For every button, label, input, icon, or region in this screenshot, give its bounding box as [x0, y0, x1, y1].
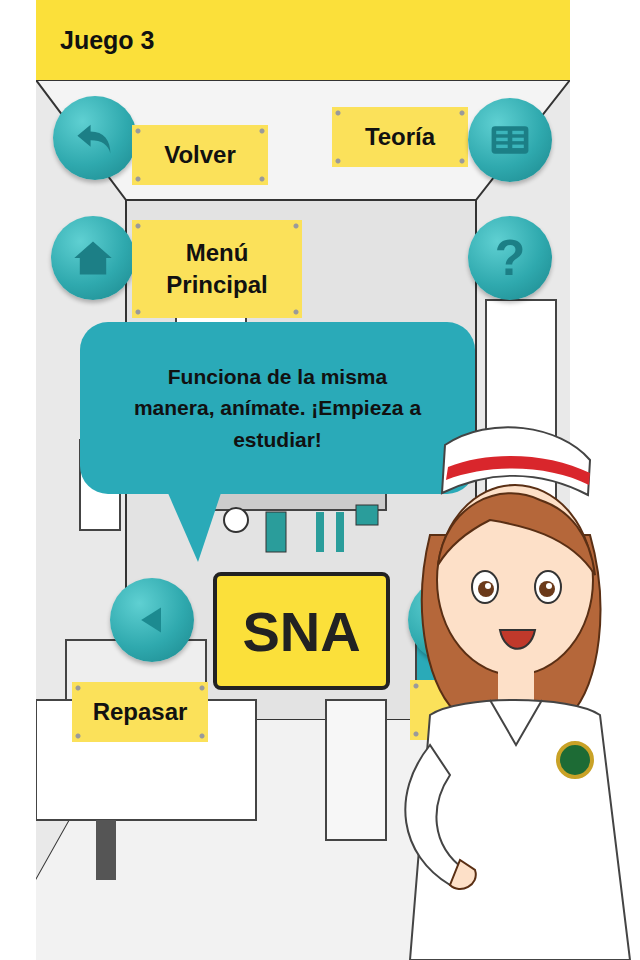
back-label[interactable]: Volver	[132, 125, 268, 185]
left-triangle-icon	[134, 602, 170, 638]
speech-bubble: Funciona de la misma manera, anímate. ¡E…	[80, 322, 475, 494]
game-screen: Juego 3 Volver Teoría Menú Principal? Funcio…	[0, 0, 640, 960]
theory-button[interactable]	[468, 98, 552, 182]
bubble-tail-icon	[154, 484, 234, 564]
top-bar: Juego 3	[36, 0, 570, 80]
bubble-text: Funciona de la misma manera, anímate. ¡E…	[132, 361, 423, 456]
question-mark-icon: ?	[495, 233, 526, 283]
house-icon	[71, 236, 115, 280]
theory-label[interactable]: Teoría	[332, 107, 468, 167]
back-button[interactable]	[53, 96, 137, 180]
book-icon	[487, 117, 533, 163]
review-label[interactable]: Repasar	[72, 682, 208, 742]
back-arrow-icon	[73, 116, 117, 160]
game-title: Juego 3	[60, 26, 154, 55]
previous-button[interactable]	[110, 578, 194, 662]
nurse-character-icon	[390, 415, 640, 960]
main-menu-label[interactable]: Menú Principal	[132, 220, 302, 318]
topic-text: SNA	[242, 599, 360, 664]
home-button[interactable]	[51, 216, 135, 300]
topic-sign: SNA	[213, 572, 390, 690]
help-button[interactable]: ?	[468, 216, 552, 300]
